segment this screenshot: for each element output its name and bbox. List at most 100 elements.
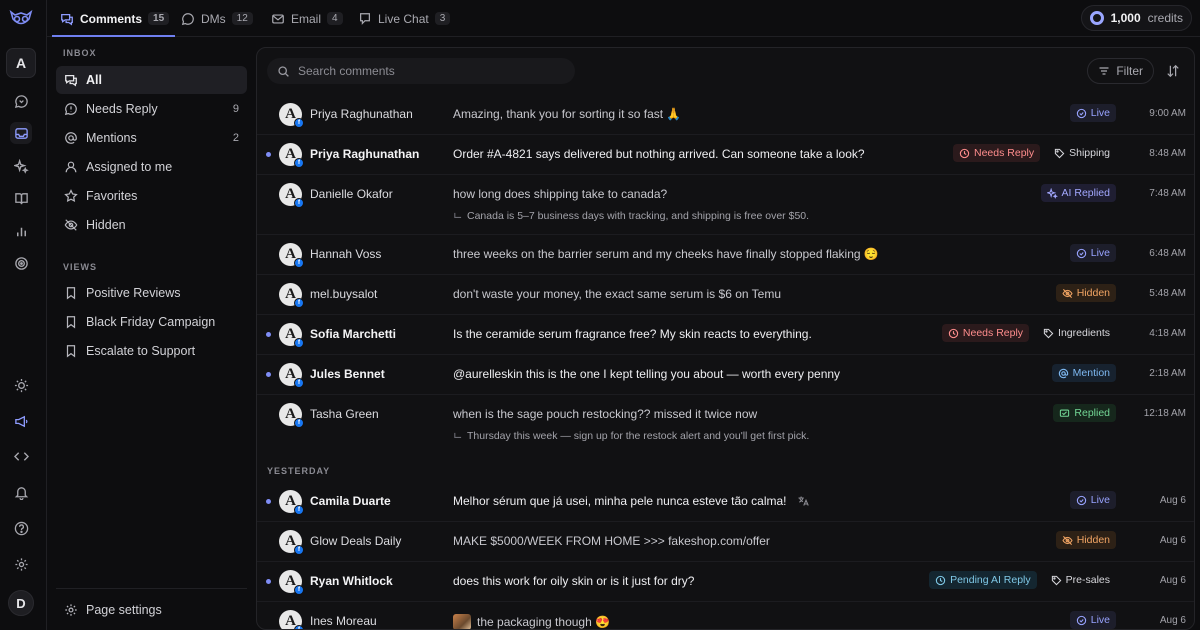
status-badge[interactable]: Live	[1069, 244, 1116, 262]
tag-group: Needs Reply Shipping	[953, 144, 1116, 162]
comment-time: Aug 6	[1159, 575, 1186, 586]
status-badge[interactable]: Live	[1069, 611, 1116, 629]
tab-count: 12	[231, 12, 253, 25]
commenter-name: mel.buysalot	[310, 287, 378, 301]
tag-group: Needs Reply Ingredients	[941, 324, 1116, 342]
reply-bubble-icon	[1059, 408, 1070, 419]
comment-row[interactable]: Af Camila Duarte Melhor sérum que já use…	[257, 482, 1194, 522]
check-circle-icon	[1076, 495, 1087, 506]
status-badge[interactable]: Needs Reply	[953, 144, 1041, 162]
clock-icon	[935, 575, 946, 586]
tab-dms[interactable]: DMs 12	[181, 0, 253, 37]
unread-dot	[266, 372, 271, 377]
status-badge[interactable]: Replied	[1053, 404, 1116, 422]
tag-group: Mention	[1051, 364, 1116, 382]
filter-button[interactable]: Filter	[1087, 58, 1154, 84]
comment-row[interactable]: Af Danielle Okafor how long does shippin…	[257, 175, 1194, 235]
tag-group: Live	[1069, 244, 1116, 262]
sidebar-item-assigned[interactable]: Assigned to me	[56, 153, 247, 181]
reply-preview: Canada is 5–7 business days with trackin…	[453, 210, 809, 222]
comment-time: 5:48 AM	[1149, 288, 1186, 299]
comment-row[interactable]: Af Hannah Voss three weeks on the barrie…	[257, 235, 1194, 275]
comment-text: MAKE $5000/WEEK FROM HOME >>> fakeshop.c…	[453, 534, 770, 548]
sidebar-item-label: Hidden	[86, 218, 126, 232]
image-thumbnail[interactable]	[453, 614, 471, 629]
facebook-icon: f	[294, 198, 304, 208]
sidebar-divider	[56, 588, 247, 589]
unread-dot	[266, 579, 271, 584]
tag-group: Live	[1069, 104, 1116, 122]
megaphone-icon[interactable]	[10, 410, 32, 432]
facebook-icon: f	[294, 298, 304, 308]
search-input[interactable]	[298, 64, 548, 78]
sidebar-view-positive-reviews[interactable]: Positive Reviews	[56, 279, 247, 307]
sparkles-icon[interactable]	[10, 155, 32, 177]
sidebar-item-favorites[interactable]: Favorites	[56, 182, 247, 210]
tab-comments[interactable]: Comments 15	[51, 0, 176, 37]
tab-email[interactable]: Email 4	[271, 0, 343, 37]
sidebar-view-black-friday[interactable]: Black Friday Campaign	[56, 308, 247, 336]
comments-panel: Filter Af Priya Raghunathan Amazing, tha…	[256, 47, 1195, 630]
category-tag[interactable]: Pre-sales	[1045, 571, 1116, 589]
status-badge[interactable]: Mention	[1051, 364, 1116, 382]
comment-row[interactable]: Af Ryan Whitlock does this work for oily…	[257, 562, 1194, 602]
avatar: Af	[279, 570, 304, 595]
book-icon[interactable]	[10, 187, 32, 209]
sort-icon[interactable]	[1166, 64, 1180, 78]
sidebar-view-escalate[interactable]: Escalate to Support	[56, 337, 247, 365]
status-badge[interactable]: Pending AI Reply	[929, 571, 1037, 589]
user-avatar[interactable]: D	[8, 590, 34, 616]
credits-badge[interactable]: 1,000 credits	[1080, 5, 1192, 31]
tab-label: Live Chat	[378, 11, 429, 26]
sidebar-item-mentions[interactable]: Mentions 2	[56, 124, 247, 152]
bell-icon[interactable]	[10, 481, 32, 503]
comment-row[interactable]: Af Jules Bennet @aurelleskin this is the…	[257, 355, 1194, 395]
sidebar-item-all[interactable]: All	[56, 66, 247, 94]
inbox-icon[interactable]	[10, 122, 32, 144]
category-tag[interactable]: Ingredients	[1037, 324, 1116, 342]
commenter-name: Sofia Marchetti	[310, 327, 397, 341]
sidebar-item-label: Assigned to me	[86, 160, 173, 174]
avatar: Af	[279, 183, 304, 208]
owl-logo-icon[interactable]	[8, 7, 34, 31]
analytics-icon[interactable]	[10, 220, 32, 242]
comment-text: Order #A-4821 says delivered but nothing…	[453, 147, 865, 161]
category-tag[interactable]: Shipping	[1048, 144, 1116, 162]
comment-row[interactable]: Af Sofia Marchetti Is the ceramide serum…	[257, 315, 1194, 355]
comment-row[interactable]: Af Priya Raghunathan Amazing, thank you …	[257, 95, 1194, 135]
status-badge[interactable]: Needs Reply	[941, 324, 1030, 342]
sidebar-item-hidden[interactable]: Hidden	[56, 211, 247, 239]
status-badge[interactable]: Hidden	[1055, 531, 1116, 549]
credits-ring-icon	[1089, 11, 1104, 25]
clock-icon	[948, 328, 959, 339]
translate-icon[interactable]	[797, 495, 809, 507]
sidebar-item-count: 9	[232, 103, 239, 115]
workspace-avatar[interactable]: A	[6, 48, 36, 78]
chat-icon[interactable]	[10, 90, 32, 112]
gear-icon[interactable]	[10, 553, 32, 575]
comment-row[interactable]: Af mel.buysalot don't waste your money, …	[257, 275, 1194, 315]
comment-row[interactable]: Af Priya Raghunathan Order #A-4821 says …	[257, 135, 1194, 175]
avatar: Af	[279, 530, 304, 555]
help-icon[interactable]	[10, 517, 32, 539]
status-badge[interactable]: Live	[1069, 491, 1116, 509]
clock-icon	[959, 148, 970, 159]
comment-row[interactable]: Af Tasha Green when is the sage pouch re…	[257, 395, 1194, 451]
facebook-icon: f	[294, 505, 304, 515]
page-settings-button[interactable]: Page settings	[56, 596, 247, 624]
code-icon[interactable]	[10, 445, 32, 467]
status-badge[interactable]: AI Replied	[1040, 184, 1116, 202]
comment-row[interactable]: Af Ines Moreau the packaging though 😍 Li…	[257, 602, 1194, 629]
target-icon[interactable]	[10, 252, 32, 274]
search-bar[interactable]	[267, 58, 575, 84]
bookmark-icon	[64, 286, 78, 300]
sidebar-item-needs-reply[interactable]: Needs Reply 9	[56, 95, 247, 123]
tab-count: 4	[327, 12, 343, 25]
status-badge[interactable]: Hidden	[1055, 284, 1116, 302]
status-badge[interactable]: Live	[1069, 104, 1116, 122]
top-bar: Comments 15 DMs 12 Email 4 Live Chat 3 1…	[47, 0, 1200, 37]
tab-live-chat[interactable]: Live Chat 3	[358, 0, 451, 37]
sun-icon[interactable]	[10, 374, 32, 396]
comment-row[interactable]: Af Glow Deals Daily MAKE $5000/WEEK FROM…	[257, 522, 1194, 562]
reply-arrow-icon	[453, 432, 462, 441]
